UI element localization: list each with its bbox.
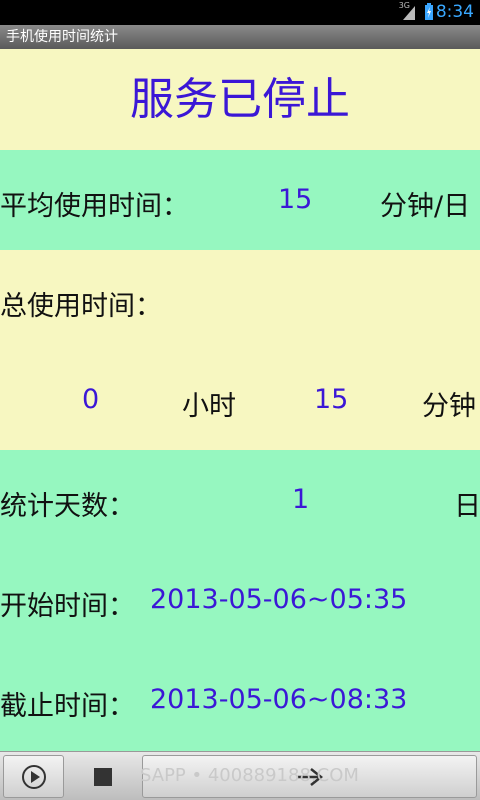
stop-service-button[interactable] <box>70 755 136 798</box>
play-icon <box>21 764 46 789</box>
total-minutes-unit: 分钟 <box>422 391 476 422</box>
stop-icon <box>94 767 112 786</box>
stat-days-unit: 日 <box>454 491 480 522</box>
total-hours-value: 0 <box>82 384 100 415</box>
start-time-value: 2013-05-06~05:35 <box>150 584 408 615</box>
watermark-text: SAPP • 400889188.COM <box>140 765 359 786</box>
app-title-bar: 手机使用时间统计 <box>0 25 480 49</box>
clock: 8:34 <box>435 2 474 22</box>
average-value: 15 <box>278 184 313 215</box>
total-minutes-value: 15 <box>314 384 349 415</box>
start-service-button[interactable] <box>3 755 64 798</box>
average-label: 平均使用时间： <box>0 191 189 222</box>
start-time-label: 开始时间： <box>0 591 135 622</box>
average-unit: 分钟/日 <box>380 191 471 222</box>
average-usage-row: 平均使用时间： 15 分钟/日 <box>0 150 480 250</box>
battery-icon <box>425 3 433 20</box>
total-hours-unit: 小时 <box>182 391 236 422</box>
service-status: 服务已停止 <box>0 49 480 150</box>
stat-days-value: 1 <box>292 484 310 515</box>
end-time-label: 截止时间： <box>0 691 135 722</box>
bottom-control-bar: SAPP • 400889188.COM <box>0 751 480 800</box>
end-time-value: 2013-05-06~08:33 <box>150 684 408 715</box>
app-title: 手机使用时间统计 <box>6 29 118 45</box>
stat-days-label: 统计天数： <box>0 491 135 522</box>
total-label: 总使用时间： <box>0 291 162 322</box>
total-usage-section: 总使用时间： 0 小时 15 分钟 <box>0 250 480 450</box>
stats-section: 统计天数： 1 日 开始时间： 2013-05-06~05:35 截止时间： 2… <box>0 450 480 751</box>
status-bar: 3G 8:34 <box>0 0 480 25</box>
signal-icon <box>403 6 415 20</box>
